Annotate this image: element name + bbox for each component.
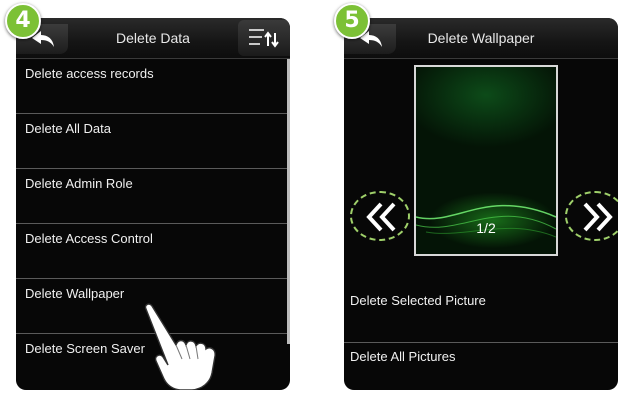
sort-icon: [249, 29, 279, 48]
delete-selected-picture-button[interactable]: Delete Selected Picture: [344, 293, 618, 308]
title-bar: Delete Wallpaper: [344, 18, 618, 59]
sort-button[interactable]: [238, 20, 290, 56]
next-button[interactable]: [565, 191, 618, 241]
menu-item-delete-all-data[interactable]: Delete All Data: [16, 114, 290, 169]
delete-data-screen: Delete Data Delete access records Delete…: [16, 18, 290, 390]
step-badge: 4: [5, 3, 41, 39]
double-chevron-right-icon: [583, 202, 613, 232]
menu-item-delete-access-control[interactable]: Delete Access Control: [16, 224, 290, 279]
previous-button[interactable]: [350, 191, 410, 241]
step-badge: 5: [334, 3, 370, 39]
delete-wallpaper-screen: Delete Wallpaper 1/2 Delete Selected Pic…: [344, 18, 618, 390]
page-title: Delete Wallpaper: [427, 30, 535, 46]
delete-all-pictures-button[interactable]: Delete All Pictures: [344, 342, 618, 390]
scrollbar[interactable]: [287, 59, 290, 344]
title-bar: Delete Data: [16, 18, 290, 59]
wallpaper-preview[interactable]: 1/2: [414, 65, 558, 256]
page-counter: 1/2: [476, 220, 496, 236]
double-chevron-left-icon: [366, 202, 396, 232]
menu-item-delete-access-records[interactable]: Delete access records: [16, 59, 290, 114]
hand-pointer-icon: [144, 303, 216, 390]
menu-item-delete-admin-role[interactable]: Delete Admin Role: [16, 169, 290, 224]
